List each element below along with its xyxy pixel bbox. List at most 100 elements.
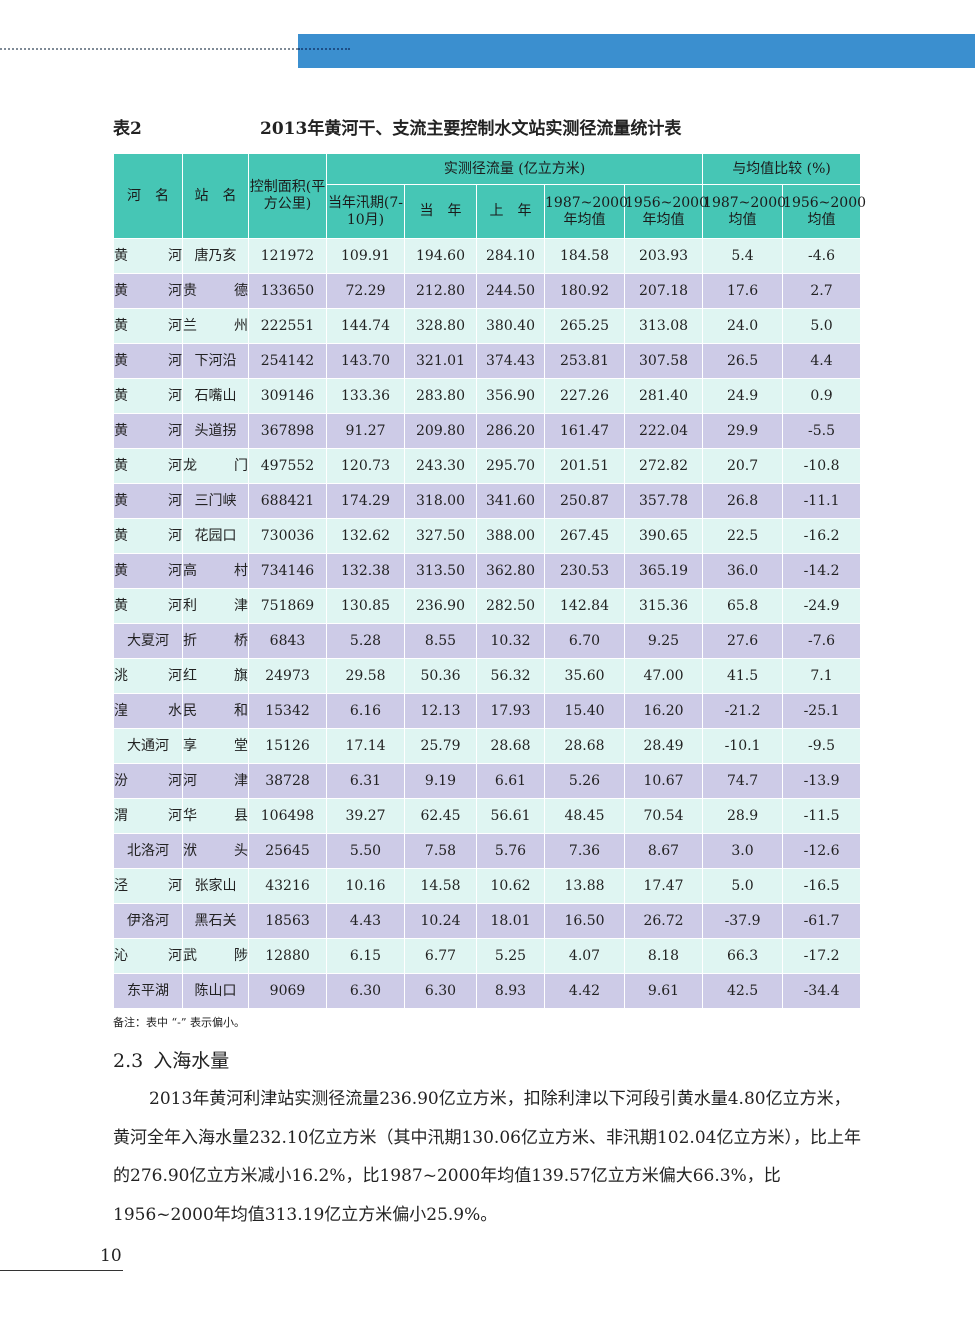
table-cell: -17.2 — [782, 938, 862, 974]
table-row: 东平湖 陈山口 9069 6.30 6.30 8.93 4.42 9.61 42.5 -34.4 — [113, 973, 862, 1009]
table-cell: 5.76 — [476, 833, 545, 869]
table-cell: 315.36 — [623, 588, 704, 624]
table-cell: 201.51 — [544, 448, 625, 484]
table-cell: -21.2 — [702, 693, 784, 729]
table-cell: 62.45 — [404, 798, 477, 834]
table-cell: 15342 — [248, 693, 327, 729]
table-cell: 6.77 — [404, 938, 477, 974]
table-row: 大夏河 折桥 6843 5.28 8.55 10.32 6.70 9.25 27.6 -7.6 — [113, 623, 862, 659]
table-cell: 18563 — [248, 903, 327, 939]
table-cell: 东平湖 — [113, 973, 183, 1009]
table-cell: 3.0 — [702, 833, 784, 869]
table-cell: 民和 — [182, 693, 249, 729]
table-cell: 黄河 — [113, 518, 183, 554]
page-number: 10 — [100, 1246, 122, 1266]
table-cell: 56.61 — [476, 798, 545, 834]
table-cell: 24.0 — [702, 308, 784, 344]
table-cell: 黄河 — [113, 483, 183, 519]
table-cell: 20.7 — [702, 448, 784, 484]
table-cell: 751869 — [248, 588, 327, 624]
table-row: 黄河 唐乃亥 121972 109.91 194.60 284.10 184.58 203.9… — [113, 238, 862, 274]
table-cell: 26.72 — [623, 903, 704, 939]
table-cell: 207.18 — [623, 273, 704, 309]
section-number: 2.3 — [113, 1050, 144, 1072]
table-cell: 5.28 — [326, 623, 405, 659]
table-cell: 5.26 — [544, 763, 625, 799]
table-cell: 356.90 — [476, 378, 545, 414]
table-cell: 三门峡 — [182, 483, 249, 519]
table-cell: -12.6 — [782, 833, 862, 869]
table-cell: 5.0 — [782, 308, 862, 344]
runoff-statistics-table: 河 名 站 名 控制面积(平方公里) 实测径流量 (亿立方米) 与均值比较 (%… — [113, 153, 866, 1009]
table-cell: 309146 — [248, 378, 327, 414]
table-cell: 24973 — [248, 658, 327, 694]
table-cell: -9.5 — [782, 728, 862, 764]
table-cell: 380.40 — [476, 308, 545, 344]
table-cell: 253.81 — [544, 343, 625, 379]
table-cell: 8.93 — [476, 973, 545, 1009]
table-cell: 174.29 — [326, 483, 405, 519]
table-cell: -11.5 — [782, 798, 862, 834]
table-cell: 243.30 — [404, 448, 477, 484]
table-cell: 180.92 — [544, 273, 625, 309]
table-cell: 7.1 — [782, 658, 862, 694]
table-cell: 红旗 — [182, 658, 249, 694]
table-cell: 133.36 — [326, 378, 405, 414]
table-row: 黄河 龙门 497552 120.73 243.30 295.70 201.51 272.82… — [113, 448, 862, 484]
table-cell: 295.70 — [476, 448, 545, 484]
table-cell: 43216 — [248, 868, 327, 904]
table-cell: 12.13 — [404, 693, 477, 729]
table-cell: -24.9 — [782, 588, 862, 624]
table-cell: 16.20 — [623, 693, 704, 729]
table-cell: 5.50 — [326, 833, 405, 869]
table-cell: 6.16 — [326, 693, 405, 729]
table-cell: 6.61 — [476, 763, 545, 799]
table-cell: 367898 — [248, 413, 327, 449]
table-cell: 黄河 — [113, 343, 183, 379]
table-cell: 283.80 — [404, 378, 477, 414]
table-cell: 688421 — [248, 483, 327, 519]
table-cell: -7.6 — [782, 623, 862, 659]
table-cell: 26.8 — [702, 483, 784, 519]
table-cell: 388.00 — [476, 518, 545, 554]
header-station: 站 名 — [182, 153, 249, 239]
header-last-year: 上 年 — [476, 184, 545, 239]
table-cell: 212.80 — [404, 273, 477, 309]
table-cell: -61.7 — [782, 903, 862, 939]
table-cell: 42.5 — [702, 973, 784, 1009]
table-cell: 327.50 — [404, 518, 477, 554]
table-cell: 黄河 — [113, 413, 183, 449]
table-cell: 22.5 — [702, 518, 784, 554]
table-cell: 10.32 — [476, 623, 545, 659]
table-cell: 267.45 — [544, 518, 625, 554]
table-cell: 17.47 — [623, 868, 704, 904]
table-cell: 北洛河 — [113, 833, 183, 869]
table-cell: 497552 — [248, 448, 327, 484]
table-row: 黄河 头道拐 367898 91.27 209.80 286.20 161.47 222.04… — [113, 413, 862, 449]
header-cmp-1987-2000: 1987~2000均值 — [702, 184, 786, 239]
table-cell: 27.6 — [702, 623, 784, 659]
table-label: 表2 — [113, 119, 142, 139]
table-row: 黄河 三门峡 688421 174.29 318.00 341.60 250.87 357.7… — [113, 483, 862, 519]
table-row: 黄河 高村 734146 132.38 313.50 362.80 230.53 365.19… — [113, 553, 862, 589]
table-cell: 5.25 — [476, 938, 545, 974]
table-cell: 29.58 — [326, 658, 405, 694]
section-paragraph: 2013年黄河利津站实测径流量236.90亿立方米，扣除利津以下河段引黄水量4.… — [113, 1089, 861, 1225]
header-area: 控制面积(平方公里) — [248, 153, 327, 239]
table-body: 黄河 唐乃亥 121972 109.91 194.60 284.10 184.58 203.9… — [113, 238, 862, 1009]
table-cell: 4.07 — [544, 938, 625, 974]
table-cell: 143.70 — [326, 343, 405, 379]
table-cell: -13.9 — [782, 763, 862, 799]
table-row: 黄河 利津 751869 130.85 236.90 282.50 142.84 315.36… — [113, 588, 862, 624]
table-row: 泾河 张家山 43216 10.16 14.58 10.62 13.88 17.47 5.0 -1… — [113, 868, 862, 904]
header-cmp-1956-2000: 1956~2000均值 — [782, 184, 866, 239]
table-cell: 武陟 — [182, 938, 249, 974]
table-cell: 17.93 — [476, 693, 545, 729]
table-cell: 65.8 — [702, 588, 784, 624]
table-cell: 203.93 — [623, 238, 704, 274]
table-cell: 120.73 — [326, 448, 405, 484]
table-cell: 兰州 — [182, 308, 249, 344]
table-cell: 黄河 — [113, 378, 183, 414]
table-cell: 365.19 — [623, 553, 704, 589]
table-cell: 洮河 — [113, 658, 183, 694]
